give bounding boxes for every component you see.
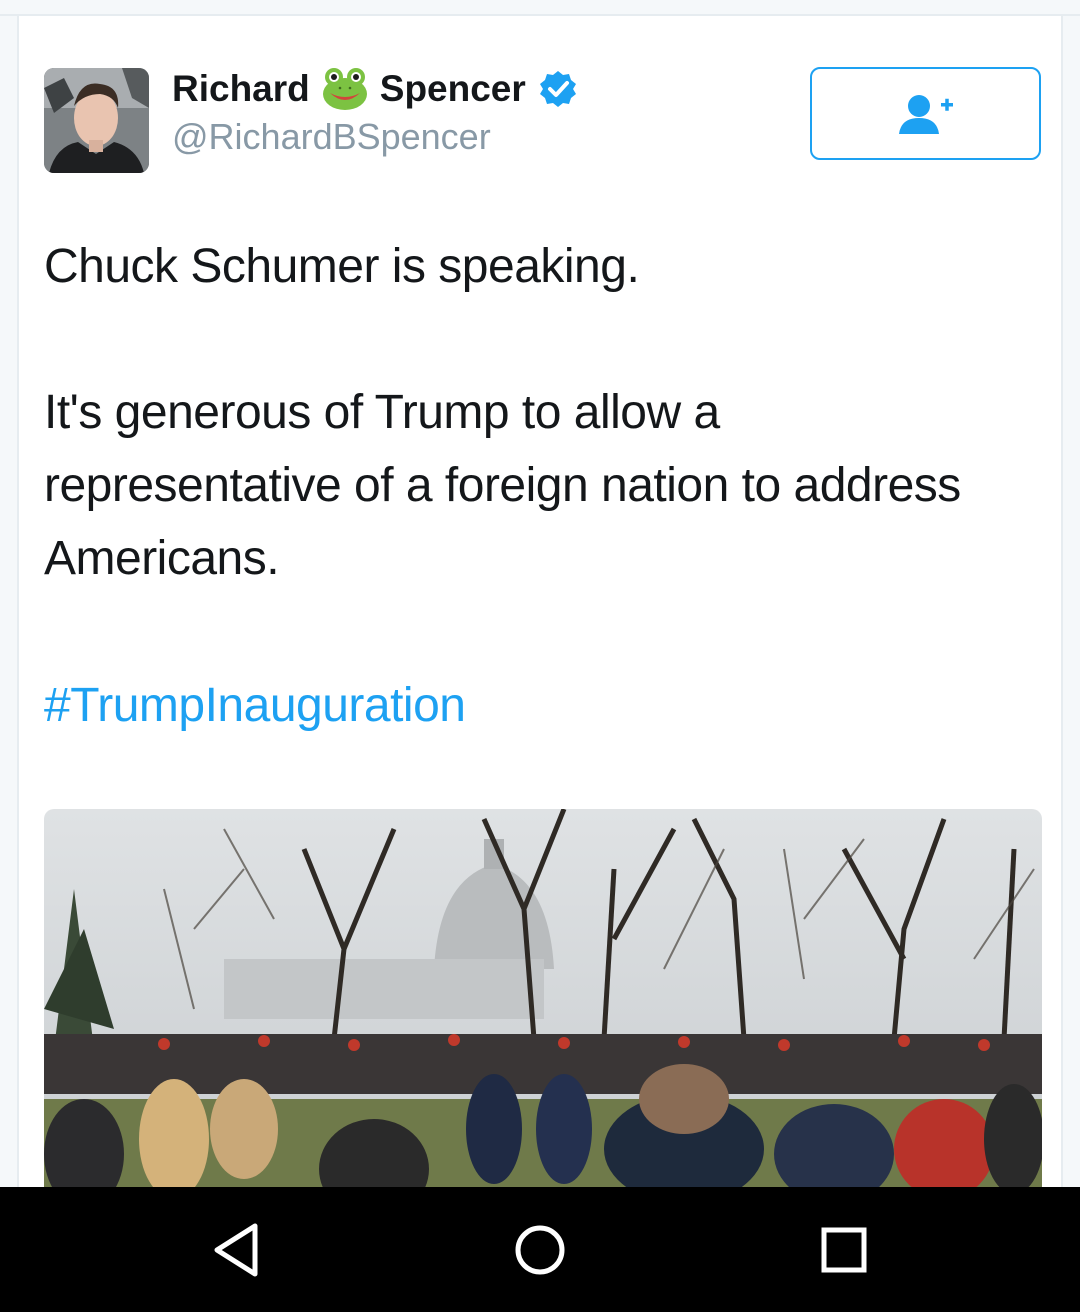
top-divider	[0, 0, 1080, 16]
back-button[interactable]	[136, 1187, 336, 1312]
avatar[interactable]	[44, 68, 149, 173]
tweet-screen: Richard Spencer @RichardBSpencer Chuck S…	[0, 0, 1080, 1312]
system-navigation-bar	[0, 1187, 1080, 1312]
avatar-image	[44, 68, 149, 173]
back-icon	[214, 1223, 258, 1276]
verified-badge-icon	[539, 71, 576, 107]
attached-photo[interactable]	[44, 809, 1042, 1187]
recents-button[interactable]	[744, 1187, 944, 1312]
author-name[interactable]: Richard Spencer	[172, 64, 578, 114]
add-user-icon	[898, 94, 953, 134]
author-first-name: Richard	[172, 68, 310, 109]
hashtag-link[interactable]: #TrumpInauguration	[44, 678, 466, 733]
home-button[interactable]	[440, 1187, 640, 1312]
tweet-text-line: Americans.	[44, 532, 280, 585]
home-icon	[515, 1225, 565, 1274]
recents-icon	[821, 1227, 867, 1272]
crowd-photo	[44, 809, 1042, 1187]
author-handle[interactable]: @RichardBSpencer	[172, 116, 491, 158]
follow-button[interactable]	[810, 67, 1041, 160]
author-last-name: Spencer	[379, 68, 526, 109]
frog-face-icon	[322, 68, 367, 110]
tweet-text-line: representative of a foreign nation to ad…	[44, 459, 961, 512]
tweet-text-line: It's generous of Trump to allow a	[44, 386, 720, 439]
tweet-text-line: Chuck Schumer is speaking.	[44, 240, 640, 293]
tweet-card: Richard Spencer @RichardBSpencer Chuck S…	[17, 16, 1063, 1187]
